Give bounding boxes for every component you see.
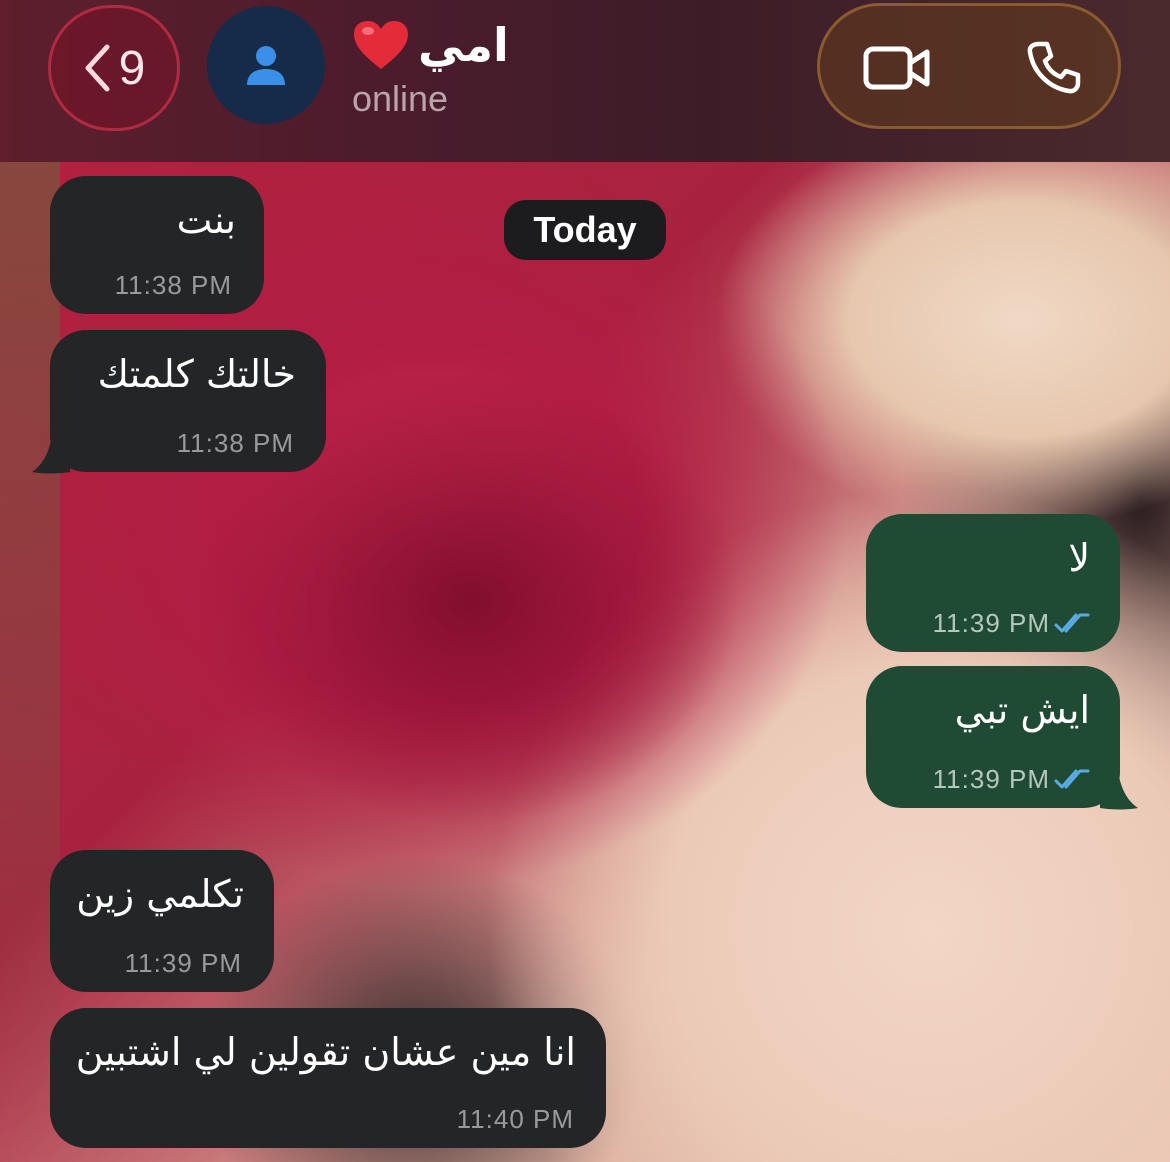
contact-info[interactable]: امي online xyxy=(352,14,652,120)
double-check-icon xyxy=(1054,613,1090,633)
message-time: 11:38 PM xyxy=(176,428,294,458)
message-bubble-incoming[interactable]: انا مين عشان تقولين لي اشتبين 11:40 PM xyxy=(50,1008,606,1148)
contact-status: online xyxy=(352,78,449,119)
person-icon xyxy=(247,46,285,85)
message-time: 11:39 PM xyxy=(124,948,242,978)
message-text: خالتك كلمتك xyxy=(97,352,296,396)
message-bubble-incoming[interactable]: خالتك كلمتك 11:38 PM xyxy=(50,330,326,472)
chevron-left-icon xyxy=(85,44,110,92)
message-time: 11:38 PM xyxy=(114,270,232,300)
contact-name: امي xyxy=(418,18,509,72)
video-camera-icon xyxy=(863,46,930,90)
message-bubble-incoming[interactable]: تكلمي زين 11:39 PM xyxy=(50,850,274,992)
voice-call-button[interactable] xyxy=(1018,36,1088,100)
message-bubble-outgoing[interactable]: ايش تبي 11:39 PM xyxy=(866,666,1120,808)
message-text: لا xyxy=(1068,536,1090,580)
heart-icon xyxy=(354,21,408,69)
call-actions xyxy=(817,3,1121,129)
message-time: 11:39 PM xyxy=(932,608,1050,638)
message-bubble-incoming[interactable]: بنت 11:38 PM xyxy=(50,176,264,314)
message-text: تكلمي زين xyxy=(76,872,244,916)
message-text: انا مين عشان تقولين لي اشتبين xyxy=(75,1030,576,1074)
double-check-icon xyxy=(1054,769,1090,789)
unread-count: 9 xyxy=(118,41,146,95)
message-bubble-outgoing[interactable]: لا 11:39 PM xyxy=(866,514,1120,652)
message-text: ايش تبي xyxy=(954,688,1090,732)
avatar[interactable] xyxy=(207,6,325,124)
back-button[interactable]: 9 xyxy=(48,5,180,131)
date-separator: Today xyxy=(504,200,666,260)
message-text: بنت xyxy=(176,198,236,242)
message-time: 11:40 PM xyxy=(456,1104,574,1134)
message-time: 11:39 PM xyxy=(932,764,1050,794)
phone-icon xyxy=(1027,41,1081,94)
chat-header: 9 امي online xyxy=(0,0,1170,162)
video-call-button[interactable] xyxy=(862,36,932,100)
